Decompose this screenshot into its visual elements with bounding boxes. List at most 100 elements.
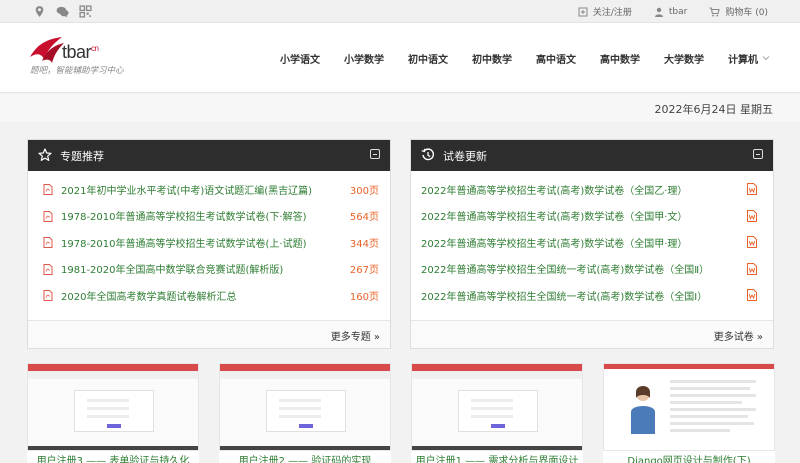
follow-register-link[interactable]: 关注/注册 xyxy=(578,5,632,18)
account-links: 关注/注册 tbar 购物车 (0) xyxy=(556,0,768,23)
item-title: 2022年普通高等学校招生考试(高考)数学试卷（全国乙·理） xyxy=(421,185,688,197)
item-title: 2022年普通高等学校招生考试(高考)数学试卷（全国甲·文） xyxy=(421,212,688,224)
chat-icon[interactable] xyxy=(56,5,69,18)
nav-item-primary-chinese[interactable]: 小学语文 xyxy=(280,51,320,66)
article-card[interactable]: 用户注册2 —— 验证码的实现 xyxy=(219,363,391,463)
nav-item-junior-math[interactable]: 初中数学 xyxy=(472,51,512,66)
nav-label: 高中数学 xyxy=(600,54,640,66)
collapse-icon[interactable] xyxy=(753,149,763,159)
list-item[interactable]: 1978-2010年普通高等学校招生考试数学试卷(下·解答) 564页 xyxy=(28,203,390,230)
user-icon xyxy=(654,7,663,17)
site-header: tbarcn 题吧，智能辅助学习中心 小学语文 小学数学 初中语文 初中数学 高… xyxy=(0,23,800,93)
item-title: 2022年普通高等学校招生全国统一考试(高考)数学试卷（全国Ⅰ） xyxy=(421,291,708,303)
article-card[interactable]: 用户注册3 —— 表单验证与持久化 xyxy=(27,363,199,463)
date-bar: 2022年6月24日 星期五 xyxy=(0,94,800,122)
current-date: 2022年6月24日 星期五 xyxy=(654,103,774,116)
top-bar: 关注/注册 tbar 购物车 (0) xyxy=(0,0,800,23)
map-marker-icon[interactable] xyxy=(33,5,46,18)
user-label: tbar xyxy=(668,6,688,17)
logo-suffix: cn xyxy=(91,44,99,53)
list-item[interactable]: 2021年初中学业水平考试(中考)语文试题汇编(黑吉辽篇) 300页 xyxy=(28,176,390,203)
cart-label: 购物车 (0) xyxy=(725,8,768,18)
item-title: 2021年初中学业水平考试(中考)语文试题汇编(黑吉辽篇) xyxy=(61,185,313,197)
list-item[interactable]: 2022年普通高等学校招生全国统一考试(高考)数学试卷（全国Ⅰ） xyxy=(411,282,773,309)
word-file-icon xyxy=(747,289,757,301)
pdf-file-icon xyxy=(43,290,53,301)
nav-item-senior-math[interactable]: 高中数学 xyxy=(600,51,640,66)
nav-label: 大学数学 xyxy=(664,54,704,66)
page-count: 160页 xyxy=(349,291,379,303)
person-photo xyxy=(631,386,655,434)
list-item[interactable]: 1978-2010年普通高等学校招生考试数学试卷(上·试题) 344页 xyxy=(28,229,390,256)
main-nav: 小学语文 小学数学 初中语文 初中数学 高中语文 高中数学 大学数学 计算机 xyxy=(256,23,770,93)
item-title: 1981-2020年全国高中数学联合竞赛试题(解析版) xyxy=(61,265,284,277)
qr-code-icon[interactable] xyxy=(79,5,92,18)
star-icon xyxy=(38,148,52,161)
card-caption: 用户注册1 —— 需求分析与界面设计 xyxy=(415,456,579,463)
pdf-file-icon xyxy=(43,237,53,248)
page-count: 267页 xyxy=(349,265,379,277)
pdf-file-icon xyxy=(43,263,53,275)
papers-list: 2022年普通高等学校招生考试(高考)数学试卷（全国乙·理） 2022年普通高等… xyxy=(411,171,773,309)
item-title: 1978-2010年普通高等学校招生考试数学试卷(上·试题) xyxy=(61,238,307,250)
page-count: 300页 xyxy=(349,185,379,197)
article-thumbnail xyxy=(27,363,199,451)
nav-item-college-math[interactable]: 大学数学 xyxy=(664,51,704,66)
featured-topics-panel: 专题推荐 2021年初中学业水平考试(中考)语文试题汇编(黑吉辽篇) 300页 … xyxy=(27,139,391,349)
logo-text: tbarcn xyxy=(62,42,99,63)
more-topics-link[interactable]: 更多专题 » xyxy=(331,328,380,343)
more-papers-link[interactable]: 更多试卷 » xyxy=(714,328,763,343)
article-thumbnail xyxy=(411,363,583,451)
panel-footer: 更多试卷 » xyxy=(411,320,773,348)
card-caption: Django网页设计与制作(下) xyxy=(627,456,751,463)
logo-slogan: 题吧，智能辅助学习中心 xyxy=(30,66,124,76)
word-file-icon xyxy=(747,262,757,275)
cart-link[interactable]: 购物车 (0) xyxy=(709,5,768,18)
user-link[interactable]: tbar xyxy=(654,7,687,17)
article-card[interactable]: Django网页设计与制作(下) xyxy=(603,363,775,463)
nav-label: 小学语文 xyxy=(280,54,320,66)
list-item[interactable]: 1981-2020年全国高中数学联合竞赛试题(解析版) 267页 xyxy=(28,256,390,283)
pdf-file-icon xyxy=(43,184,53,195)
nav-label: 高中语文 xyxy=(536,54,576,66)
list-item[interactable]: 2022年普通高等学校招生考试(高考)数学试卷（全国乙·理） xyxy=(411,176,773,203)
list-item[interactable]: 2022年普通高等学校招生考试(高考)数学试卷（全国甲·文） xyxy=(411,203,773,230)
panel-title: 试卷更新 xyxy=(443,150,487,163)
item-title: 2022年普通高等学校招生全国统一考试(高考)数学试卷（全国Ⅱ） xyxy=(421,265,710,277)
word-file-icon xyxy=(747,209,757,222)
nav-item-senior-chinese[interactable]: 高中语文 xyxy=(536,51,576,66)
nav-label: 初中数学 xyxy=(472,54,512,66)
word-file-icon xyxy=(747,183,757,195)
logo-wordmark: tbar xyxy=(62,42,92,62)
list-item[interactable]: 2022年普通高等学校招生考试(高考)数学试卷（全国甲·理） xyxy=(411,229,773,256)
item-title: 1978-2010年普通高等学校招生考试数学试卷(下·解答) xyxy=(61,212,307,224)
cart-icon xyxy=(709,6,721,16)
list-item[interactable]: 2022年普通高等学校招生全国统一考试(高考)数学试卷（全国Ⅱ） xyxy=(411,256,773,283)
article-thumbnail xyxy=(219,363,391,451)
article-thumbnail xyxy=(603,363,775,451)
list-item[interactable]: 2020年全国高考数学真题试卷解析汇总 160页 xyxy=(28,282,390,309)
page-count: 344页 xyxy=(349,238,379,250)
panel-header: 专题推荐 xyxy=(28,140,390,171)
article-card[interactable]: 用户注册1 —— 需求分析与界面设计 xyxy=(411,363,583,463)
word-file-icon xyxy=(747,236,757,248)
nav-item-primary-math[interactable]: 小学数学 xyxy=(344,51,384,66)
item-title: 2020年全国高考数学真题试卷解析汇总 xyxy=(61,291,237,303)
item-title: 2022年普通高等学校招生考试(高考)数学试卷（全国甲·理） xyxy=(421,238,688,250)
follow-register-label: 关注/注册 xyxy=(592,8,632,18)
card-caption: 用户注册3 —— 表单验证与持久化 xyxy=(36,456,190,463)
nav-item-junior-chinese[interactable]: 初中语文 xyxy=(408,51,448,66)
nav-label: 初中语文 xyxy=(408,54,448,66)
featured-list: 2021年初中学业水平考试(中考)语文试题汇编(黑吉辽篇) 300页 1978-… xyxy=(28,171,390,309)
nav-item-computer[interactable]: 计算机 xyxy=(728,51,770,66)
register-icon xyxy=(578,7,588,16)
card-caption: 用户注册2 —— 验证码的实现 xyxy=(238,456,372,463)
history-icon xyxy=(421,148,435,161)
paper-updates-panel: 试卷更新 2022年普通高等学校招生考试(高考)数学试卷（全国乙·理） 2022… xyxy=(410,139,774,349)
chevron-down-icon xyxy=(762,56,770,61)
nav-label: 小学数学 xyxy=(344,54,384,66)
pdf-file-icon xyxy=(43,210,53,222)
panel-title: 专题推荐 xyxy=(60,150,104,163)
nav-label: 计算机 xyxy=(728,54,758,66)
collapse-icon[interactable] xyxy=(370,149,380,159)
